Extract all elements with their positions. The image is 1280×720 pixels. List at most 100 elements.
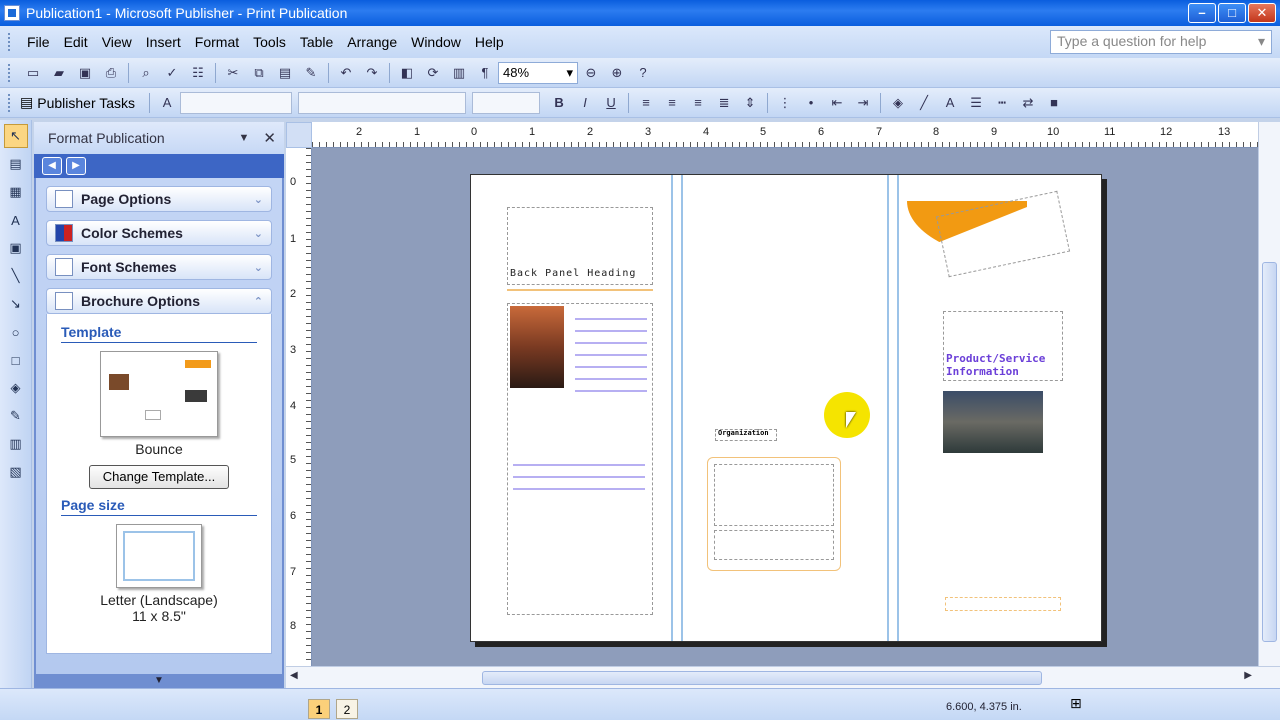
ruler-corner[interactable] (286, 122, 312, 148)
underline-icon[interactable]: U (600, 92, 622, 114)
vertical-scrollbar[interactable] (1258, 122, 1280, 666)
menu-window[interactable]: Window (404, 32, 468, 52)
horizontal-ruler[interactable]: 2 1 0 1 2 3 4 5 6 7 8 9 10 11 12 13 (312, 122, 1258, 148)
menu-arrange[interactable]: Arrange (340, 32, 404, 52)
special-characters-icon[interactable]: ¶ (474, 62, 496, 84)
contact-info-box[interactable] (707, 457, 841, 571)
page-2-button[interactable]: 2 (336, 699, 358, 719)
print-preview-icon[interactable]: ⌕ (135, 62, 157, 84)
menu-table[interactable]: Table (293, 32, 340, 52)
section-brochure-options[interactable]: Brochure Options ⌃ (46, 288, 272, 314)
back-icon[interactable]: ◀ (42, 157, 62, 175)
select-objects-icon[interactable]: ↖ (3, 124, 28, 148)
zoom-select[interactable]: 48% ▾ (498, 61, 578, 84)
decrease-indent-icon[interactable]: ⇤ (826, 92, 848, 114)
task-pane-scroll-down-icon[interactable]: ▼ (36, 674, 282, 688)
line-icon[interactable]: ╲ (4, 264, 28, 288)
dash-style-icon[interactable]: ┅ (991, 92, 1013, 114)
vertical-scroll-thumb[interactable] (1262, 262, 1277, 642)
vertical-ruler[interactable]: 0 1 2 3 4 5 6 7 8 (286, 148, 312, 666)
scroll-right-icon[interactable]: ▶ (1244, 670, 1252, 681)
design-gallery-icon[interactable]: ▥ (4, 432, 28, 456)
italic-icon[interactable]: I (574, 92, 596, 114)
open-icon[interactable]: ▰ (48, 62, 70, 84)
section-color-schemes[interactable]: Color Schemes ⌄ (46, 220, 272, 246)
cut-icon[interactable]: ✂ (222, 62, 244, 84)
copy-icon[interactable]: ⧉ (248, 62, 270, 84)
menu-insert[interactable]: Insert (139, 32, 188, 52)
arrow-style-icon[interactable]: ⇄ (1017, 92, 1039, 114)
catalog-merge-icon[interactable]: ▧ (4, 460, 28, 484)
numbering-icon[interactable]: ⋮ (774, 92, 796, 114)
zoom-out-icon[interactable]: ⊖ (580, 62, 602, 84)
line-style-icon[interactable]: ☰ (965, 92, 987, 114)
rectangle-icon[interactable]: □ (4, 348, 28, 372)
paste-icon[interactable]: ▤ (274, 62, 296, 84)
scroll-left-icon[interactable]: ◀ (290, 670, 298, 681)
align-center-icon[interactable]: ≡ (661, 92, 683, 114)
arrow-icon[interactable]: ↘ (4, 292, 28, 316)
insert-table-icon[interactable]: ▦ (4, 180, 28, 204)
menu-view[interactable]: View (95, 32, 139, 52)
address-text-box[interactable] (714, 464, 834, 526)
organization-logo[interactable]: Organization (715, 429, 777, 441)
chevron-down-icon[interactable]: ▾ (1258, 33, 1265, 51)
print-icon[interactable]: ⎙ (100, 62, 122, 84)
horizontal-scroll-thumb[interactable] (482, 671, 1042, 685)
change-template-button[interactable]: Change Template... (89, 465, 229, 489)
justify-icon[interactable]: ≣ (713, 92, 735, 114)
section-page-options[interactable]: Page Options ⌄ (46, 186, 272, 212)
align-right-icon[interactable]: ≡ (687, 92, 709, 114)
publisher-app-icon[interactable] (4, 5, 20, 21)
building-photo[interactable] (943, 391, 1043, 453)
align-left-icon[interactable]: ≡ (635, 92, 657, 114)
rotate-icon[interactable]: ⟳ (422, 62, 444, 84)
fill-color-icon[interactable]: ◈ (887, 92, 909, 114)
toolbar-grip[interactable] (8, 63, 12, 82)
horizontal-scrollbar[interactable]: ◀ ▶ (286, 666, 1280, 688)
format-painter-icon[interactable]: ✎ (300, 62, 322, 84)
phone-text-box[interactable] (714, 530, 834, 560)
spelling-icon[interactable]: ✓ (161, 62, 183, 84)
template-thumbnail[interactable] (100, 351, 218, 437)
page-size-thumbnail[interactable] (116, 524, 202, 588)
bold-icon[interactable]: B (548, 92, 570, 114)
menu-file[interactable]: File (20, 32, 57, 52)
shadow-style-icon[interactable]: ■ (1043, 92, 1065, 114)
close-icon[interactable]: ✕ (263, 129, 276, 147)
menu-tools[interactable]: Tools (246, 32, 293, 52)
menu-format[interactable]: Format (188, 32, 246, 52)
save-icon[interactable]: ▣ (74, 62, 96, 84)
menu-edit[interactable]: Edit (57, 32, 95, 52)
picture-frame-icon[interactable]: ▣ (4, 236, 28, 260)
task-pane-menu-icon[interactable]: ▼ (239, 132, 250, 144)
toolbar-grip[interactable] (8, 33, 12, 51)
menu-help[interactable]: Help (468, 32, 511, 52)
line-color-icon[interactable]: ╱ (913, 92, 935, 114)
font-color-icon[interactable]: A (939, 92, 961, 114)
style-dropdown[interactable] (180, 91, 293, 114)
help-icon[interactable]: ? (632, 62, 654, 84)
tagline-box[interactable] (945, 597, 1061, 611)
oval-icon[interactable]: ○ (4, 320, 28, 344)
zoom-in-icon[interactable]: ⊕ (606, 62, 628, 84)
increase-indent-icon[interactable]: ⇥ (852, 92, 874, 114)
text-box-icon[interactable]: ▤ (4, 152, 28, 176)
research-icon[interactable]: ☷ (187, 62, 209, 84)
minimize-button[interactable]: – (1188, 3, 1216, 23)
forward-icon[interactable]: ▶ (66, 157, 86, 175)
section-font-schemes[interactable]: Font Schemes ⌄ (46, 254, 272, 280)
toolbar-grip[interactable] (8, 93, 12, 112)
font-dropdown[interactable] (298, 91, 467, 114)
bullets-icon[interactable]: • (800, 92, 822, 114)
publisher-tasks-button[interactable]: ▤ Publisher Tasks (20, 94, 135, 111)
story-text-box[interactable] (507, 303, 653, 615)
line-spacing-icon[interactable]: ⇕ (739, 92, 761, 114)
hot-spot-icon[interactable]: ✎ (4, 404, 28, 428)
brochure-page[interactable]: Back Panel Heading Organization Product/… (470, 174, 1102, 642)
product-info-box[interactable]: Product/Service Information (943, 311, 1063, 381)
redo-icon[interactable]: ↷ (361, 62, 383, 84)
page-1-button[interactable]: 1 (308, 699, 330, 719)
columns-icon[interactable]: ▥ (448, 62, 470, 84)
styles-icon[interactable]: A (156, 92, 178, 114)
